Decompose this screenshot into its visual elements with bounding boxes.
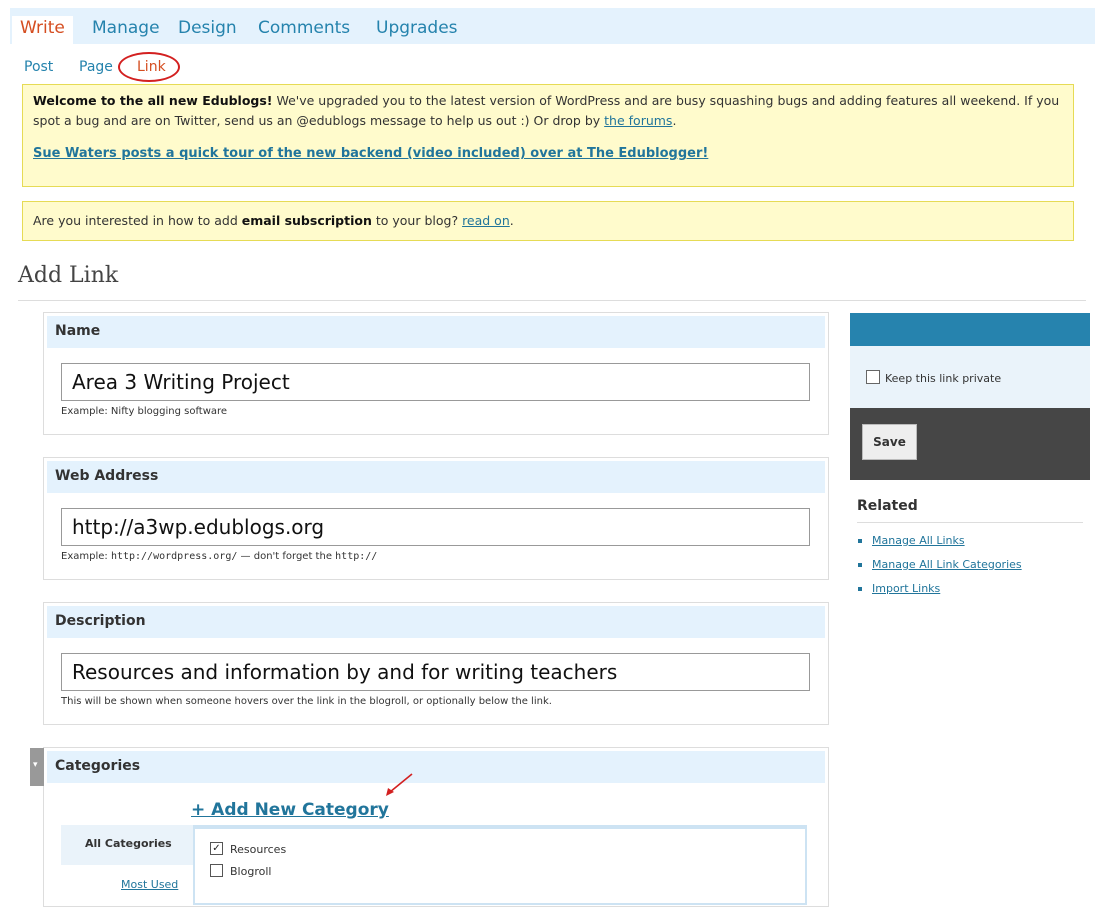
triangle-icon: ▾ xyxy=(33,760,38,770)
tab-write[interactable]: Write xyxy=(12,16,73,48)
related-item: Manage All Link Categories xyxy=(858,558,1022,571)
resources-label: Resources xyxy=(230,843,287,856)
bullet-icon xyxy=(858,539,862,543)
categories-header: Categories xyxy=(47,751,825,783)
categories-label: Categories xyxy=(55,758,141,774)
description-label: Description xyxy=(55,613,146,629)
name-box: Name Area 3 Writing Project Example: Nif… xyxy=(43,312,829,435)
forums-link[interactable]: the forums xyxy=(604,113,672,128)
subnav-page[interactable]: Page xyxy=(79,59,113,75)
notice2-mid: to your blog? xyxy=(371,213,463,228)
web-address-label: Web Address xyxy=(55,468,159,484)
notice2-end: . xyxy=(509,213,514,228)
tab-manage[interactable]: Manage xyxy=(92,18,160,38)
category-list: ✓ Resources Blogroll xyxy=(193,825,807,905)
tour-link[interactable]: Sue Waters posts a quick tour of the new… xyxy=(33,146,708,161)
blogroll-checkbox[interactable] xyxy=(210,864,223,877)
description-input[interactable]: Resources and information by and for wri… xyxy=(61,653,810,691)
keep-private-label: Keep this link private xyxy=(885,372,1002,385)
manage-all-links-link[interactable]: Manage All Links xyxy=(872,534,965,547)
annotation-circle xyxy=(118,52,180,82)
name-label: Name xyxy=(55,323,101,339)
related-item: Import Links xyxy=(858,582,940,595)
collapse-handle[interactable]: ▾ xyxy=(30,748,44,786)
name-input[interactable]: Area 3 Writing Project xyxy=(61,363,810,401)
name-hint: Example: Nifty blogging software xyxy=(61,406,228,417)
import-links-link[interactable]: Import Links xyxy=(872,582,940,595)
manage-link-categories-link[interactable]: Manage All Link Categories xyxy=(872,558,1022,571)
resources-checkbox[interactable]: ✓ xyxy=(210,842,223,855)
welcome-notice: Welcome to the all new Edublogs! We've u… xyxy=(22,84,1074,187)
web-address-input[interactable]: http://a3wp.edublogs.org xyxy=(61,508,810,546)
bullet-icon xyxy=(858,563,862,567)
tab-design[interactable]: Design xyxy=(178,18,237,38)
desc-box-header: Description xyxy=(47,606,825,638)
bullet-icon xyxy=(858,587,862,591)
page-title: Add Link xyxy=(18,263,119,288)
subnav-post[interactable]: Post xyxy=(24,59,53,75)
top-nav: Write Manage Design Comments Upgrades xyxy=(10,8,1095,48)
tab-upgrades[interactable]: Upgrades xyxy=(376,18,458,38)
name-box-header: Name xyxy=(47,316,825,348)
publish-box-header xyxy=(850,313,1090,346)
related-divider xyxy=(857,522,1083,523)
add-new-category-link[interactable]: + Add New Category xyxy=(191,800,389,820)
read-on-link[interactable]: read on xyxy=(462,213,510,228)
notice2-pre: Are you interested in how to add xyxy=(33,213,242,228)
tab-most-used[interactable]: Most Used xyxy=(121,878,178,891)
web-box-header: Web Address xyxy=(47,461,825,493)
web-address-hint: Example: http://wordpress.org/ — don't f… xyxy=(61,551,378,562)
related-item: Manage All Links xyxy=(858,534,965,547)
web-address-box: Web Address http://a3wp.edublogs.org Exa… xyxy=(43,457,829,580)
notice-text-end: . xyxy=(672,113,677,128)
tab-all-categories[interactable]: All Categories xyxy=(61,825,193,865)
annotation-arrow xyxy=(386,773,413,796)
subscription-notice: Are you interested in how to add email s… xyxy=(22,201,1074,241)
related-title: Related xyxy=(857,498,918,514)
notice2-bold: email subscription xyxy=(241,213,372,228)
blogroll-label: Blogroll xyxy=(230,865,272,878)
keep-private-checkbox[interactable] xyxy=(866,370,880,384)
notice-heading: Welcome to the all new Edublogs! xyxy=(33,93,273,108)
description-hint: This will be shown when someone hovers o… xyxy=(61,696,552,707)
tab-comments[interactable]: Comments xyxy=(258,18,350,38)
save-button[interactable]: Save xyxy=(862,424,917,460)
title-divider xyxy=(18,300,1086,301)
description-box: Description Resources and information by… xyxy=(43,602,829,725)
